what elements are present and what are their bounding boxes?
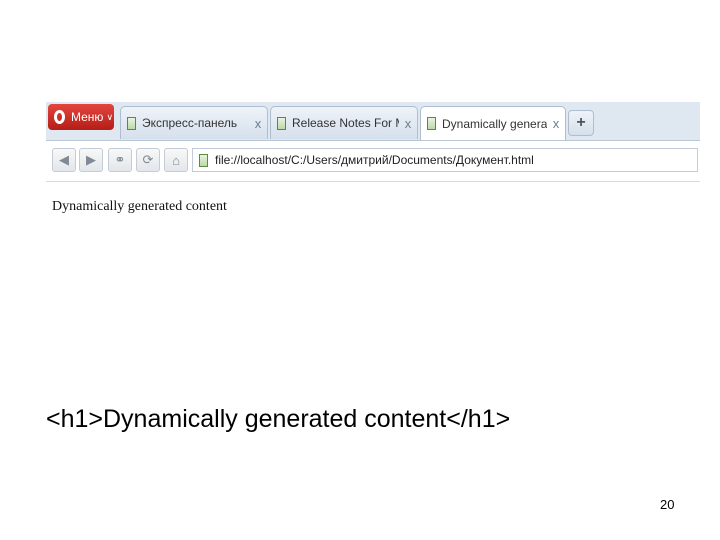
page-icon	[427, 117, 436, 130]
close-tab-icon[interactable]: x	[399, 116, 417, 131]
close-tab-icon[interactable]: x	[249, 116, 267, 131]
tab-label: Release Notes For Mat...	[292, 116, 399, 130]
tab-label: Экспресс-панель	[142, 116, 238, 130]
tab-express-panel[interactable]: Экспресс-панель x	[120, 106, 268, 139]
page-icon	[277, 116, 286, 130]
forward-button[interactable]: ▶	[79, 148, 103, 172]
key-icon: ⚭	[114, 152, 126, 167]
page-number: 20	[660, 497, 675, 512]
navigation-bar: ◀ ▶ ⚭ ⟳ ⌂ file://localhost/C:/Users/дмит…	[46, 141, 700, 182]
browser-screenshot: Меню ∨ Экспресс-панель x Release Notes F…	[46, 102, 700, 228]
reload-icon: ⟳	[142, 152, 154, 167]
home-icon: ⌂	[172, 152, 180, 168]
tab-label: Dynamically generated...	[442, 116, 547, 131]
page-icon	[127, 116, 136, 130]
page-icon	[199, 153, 208, 167]
tab-dynamically-generated[interactable]: Dynamically generated... x	[420, 106, 566, 140]
home-button[interactable]: ⌂	[164, 148, 188, 172]
tab-bar: Меню ∨ Экспресс-панель x Release Notes F…	[46, 102, 700, 141]
close-tab-icon[interactable]: x	[547, 116, 565, 131]
page-content-text: Dynamically generated content	[52, 199, 227, 214]
add-tab-button[interactable]: +	[568, 110, 594, 136]
back-button[interactable]: ◀	[52, 148, 76, 172]
opera-logo-icon	[54, 110, 65, 124]
slide-caption: <h1>Dynamically generated content</h1>	[46, 405, 511, 433]
tab-release-notes[interactable]: Release Notes For Mat... x	[270, 106, 418, 139]
back-icon: ◀	[59, 152, 69, 167]
menu-label: Меню	[71, 110, 104, 124]
address-bar[interactable]: file://localhost/C:/Users/дмитрий/Docume…	[192, 148, 698, 172]
forward-icon: ▶	[86, 152, 96, 167]
address-text: file://localhost/C:/Users/дмитрий/Docume…	[215, 153, 534, 167]
reload-button[interactable]: ⟳	[136, 148, 160, 172]
opera-menu-button[interactable]: Меню ∨	[48, 104, 114, 130]
key-button[interactable]: ⚭	[108, 148, 132, 172]
chevron-down-icon: ∨	[106, 111, 114, 122]
